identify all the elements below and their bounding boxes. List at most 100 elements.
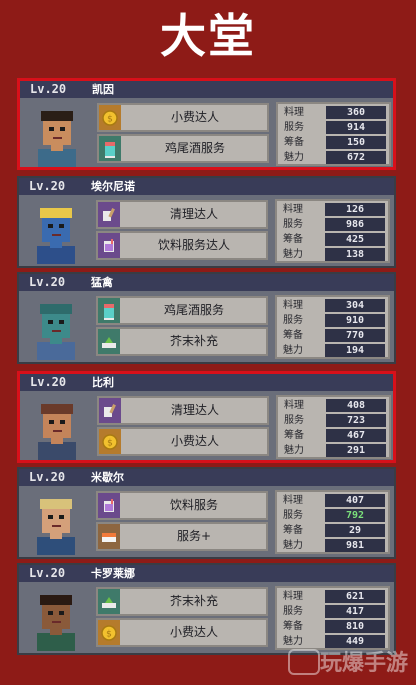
skill-label: 芥末补充	[169, 334, 218, 348]
skill-slot[interactable]: 饮料服务	[96, 491, 268, 520]
stat-row-service: 服务 910	[277, 313, 388, 328]
stat-label: 魅力	[284, 152, 304, 163]
stat-value-service: 723	[326, 414, 386, 427]
stat-row-prep: 筹备 425	[277, 232, 388, 247]
skill-slot[interactable]: $ 小费达人	[97, 103, 269, 132]
skill-label: 饮料服务达人	[157, 238, 230, 252]
skill-slot[interactable]: 服务+	[96, 522, 268, 551]
stat-row-cooking: 料理 621	[277, 589, 388, 604]
level-label: Lv.20	[29, 470, 66, 484]
stat-row-charm: 魅力 194	[277, 343, 388, 358]
skill-label: 服务+	[176, 529, 212, 543]
stat-label: 筹备	[283, 330, 303, 341]
stat-label: 魅力	[283, 540, 303, 551]
skill-slot[interactable]: 清理达人	[96, 200, 268, 229]
stat-label: 筹备	[283, 234, 303, 245]
card-header: Lv.20 猛禽	[19, 274, 394, 291]
staff-card[interactable]: Lv.20 比利 清理达人 $ 小费达人 料理 408 服务 723 筹备 46…	[17, 371, 396, 463]
card-header: Lv.20 卡罗莱娜	[19, 565, 394, 582]
staff-portrait	[28, 103, 86, 167]
stat-value-prep: 467	[326, 429, 386, 442]
staff-card[interactable]: Lv.20 卡罗莱娜 芥末补充 $ 小费达人 料理 621 服务 417 筹备 …	[17, 563, 396, 655]
stat-row-service: 服务 986	[277, 217, 388, 232]
stat-label: 筹备	[283, 525, 303, 536]
svg-text:$: $	[107, 114, 113, 124]
coin-icon: $	[99, 429, 121, 454]
skill-slot[interactable]: $ 小费达人	[96, 618, 268, 647]
stat-row-cooking: 料理 304	[277, 298, 388, 313]
skill-label: 鸡尾酒服务	[163, 303, 224, 317]
skill-label: 清理达人	[169, 207, 218, 221]
watermark-text: 玩爆手游	[319, 651, 408, 676]
stats-panel: 料理 360 服务 914 筹备 150 魅力 672	[276, 102, 391, 166]
watermark-logo-icon	[288, 649, 320, 675]
skill-label: 小费达人	[170, 434, 219, 448]
stat-row-cooking: 料理 408	[278, 398, 389, 413]
stat-value-service: 986	[325, 218, 385, 231]
stat-row-prep: 筹备 770	[277, 328, 388, 343]
stat-label: 魅力	[283, 636, 303, 647]
stat-label: 料理	[283, 591, 303, 602]
staff-card[interactable]: Lv.20 猛禽 鸡尾酒服务 芥末补充 料理 304 服务 910 筹备 770…	[17, 272, 396, 364]
staff-name: 卡罗莱娜	[91, 567, 135, 580]
stat-label: 料理	[283, 300, 303, 311]
wasabi-icon	[98, 329, 120, 354]
card-header: Lv.20 比利	[20, 374, 393, 391]
staff-portrait	[27, 491, 85, 555]
stat-label: 服务	[283, 510, 303, 521]
stat-value-charm: 672	[326, 151, 386, 164]
cocktail-icon	[98, 298, 120, 323]
skill-slot[interactable]: 芥末补充	[96, 587, 268, 616]
stat-value-cooking: 407	[325, 494, 385, 507]
stat-label: 筹备	[284, 137, 304, 148]
stat-row-charm: 魅力 672	[278, 150, 389, 165]
stat-value-charm: 291	[326, 444, 386, 457]
stats-panel: 料理 126 服务 986 筹备 425 魅力 138	[275, 199, 390, 263]
staff-name: 米歇尔	[91, 471, 124, 484]
stat-row-prep: 筹备 150	[278, 135, 389, 150]
stat-row-prep: 筹备 810	[277, 619, 388, 634]
skill-label: 芥末补充	[169, 594, 218, 608]
level-label: Lv.20	[29, 179, 66, 193]
level-label: Lv.20	[30, 82, 67, 96]
stat-label: 筹备	[284, 430, 304, 441]
skill-slot[interactable]: 芥末补充	[96, 327, 268, 356]
stat-row-cooking: 料理 126	[277, 202, 388, 217]
stat-row-cooking: 料理 407	[277, 493, 388, 508]
level-label: Lv.20	[29, 275, 66, 289]
stat-row-cooking: 料理 360	[278, 105, 389, 120]
stat-value-service: 417	[325, 605, 385, 618]
staff-card[interactable]: Lv.20 米歇尔 饮料服务 服务+ 料理 407 服务 792 筹备 29 魅…	[17, 467, 396, 559]
skill-slot[interactable]: 鸡尾酒服务	[97, 134, 269, 163]
stat-label: 料理	[283, 204, 303, 215]
stat-value-charm: 194	[325, 344, 385, 357]
stat-label: 魅力	[283, 249, 303, 260]
stat-value-cooking: 304	[325, 299, 385, 312]
skill-slot[interactable]: 清理达人	[97, 396, 269, 425]
stat-label: 服务	[284, 415, 304, 426]
svg-text:$: $	[106, 629, 112, 639]
skill-slot[interactable]: $ 小费达人	[97, 427, 269, 456]
stat-value-cooking: 360	[326, 106, 386, 119]
stat-value-prep: 425	[325, 233, 385, 246]
skill-label: 鸡尾酒服务	[164, 141, 225, 155]
stat-value-service: 914	[326, 121, 386, 134]
staff-portrait	[27, 296, 85, 360]
stat-value-cooking: 126	[325, 203, 385, 216]
stat-row-prep: 筹备 29	[277, 523, 388, 538]
stat-label: 料理	[283, 495, 303, 506]
cleaning-icon	[98, 202, 120, 227]
skill-label: 清理达人	[170, 403, 219, 417]
drink-icon	[98, 493, 120, 518]
coin-icon: $	[99, 105, 121, 130]
wasabi-icon	[98, 589, 120, 614]
staff-name: 埃尔尼诺	[91, 180, 135, 193]
stat-row-service: 服务 792	[277, 508, 388, 523]
skill-slot[interactable]: 饮料服务达人	[96, 231, 268, 260]
stat-value-prep: 150	[326, 136, 386, 149]
stat-value-service: 910	[325, 314, 385, 327]
skill-slot[interactable]: 鸡尾酒服务	[96, 296, 268, 325]
staff-card[interactable]: Lv.20 埃尔尼诺 清理达人 饮料服务达人 料理 126 服务 986 筹备 …	[17, 176, 396, 268]
staff-card[interactable]: Lv.20 凯因 $ 小费达人 鸡尾酒服务 料理 360 服务 914 筹备 1…	[17, 78, 396, 170]
stat-value-service: 792	[325, 509, 385, 522]
